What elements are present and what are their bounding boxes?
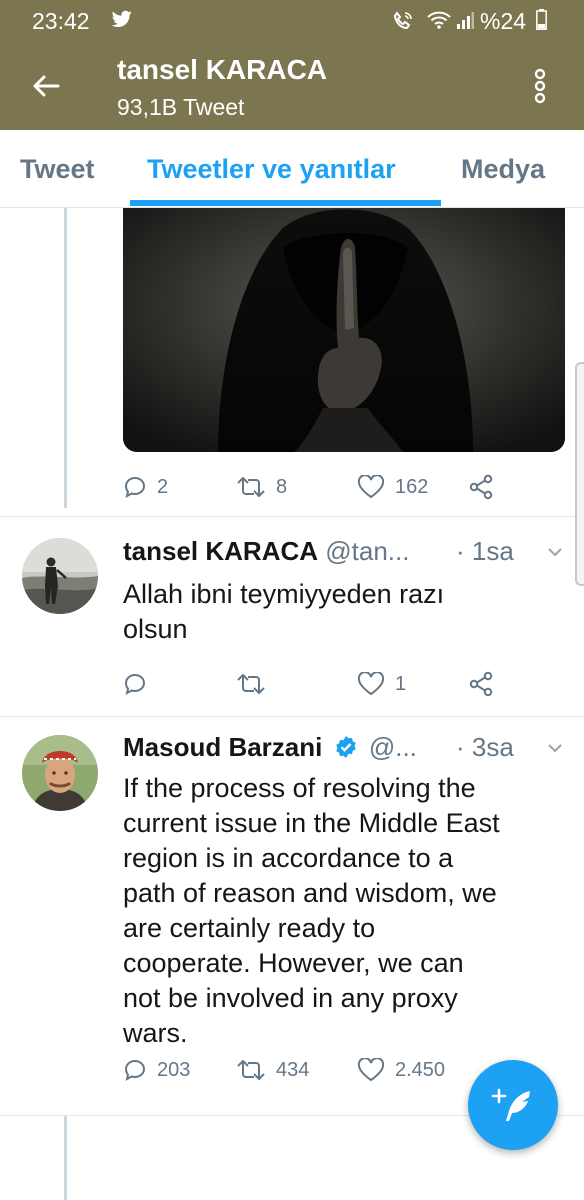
twitter-bird-icon <box>112 10 132 28</box>
more-options-button[interactable] <box>522 62 558 110</box>
retweet-icon <box>237 477 265 497</box>
retweet-button[interactable]: 434 <box>236 1053 309 1087</box>
arrow-left-icon <box>33 75 60 97</box>
like-count: 2.450 <box>395 1058 446 1081</box>
reply-button[interactable]: 203 <box>123 1053 190 1087</box>
wifi-icon <box>427 11 451 29</box>
avatar[interactable] <box>22 538 98 614</box>
tweet-count: 93,1B Tweet <box>117 94 245 120</box>
reply-count: 2 <box>157 475 169 498</box>
compose-tweet-button[interactable] <box>468 1060 558 1150</box>
avatar[interactable] <box>22 735 98 811</box>
tweet-time: · 3sa <box>456 732 514 762</box>
profile-name: tansel KARACA <box>117 54 328 85</box>
divider <box>0 516 584 517</box>
like-count: 162 <box>395 475 429 498</box>
share-button[interactable] <box>468 667 494 701</box>
share-button[interactable] <box>468 470 494 504</box>
heart-icon <box>357 475 385 499</box>
status-time: 23:42 <box>32 8 90 34</box>
divider <box>0 716 584 717</box>
profile-header: tansel KARACA 93,1B Tweet <box>0 42 584 130</box>
more-vertical-icon <box>534 68 546 104</box>
author-handle[interactable]: @tan... <box>325 536 409 566</box>
reply-icon <box>124 673 146 695</box>
like-count: 1 <box>395 672 407 695</box>
reply-button[interactable]: 2 <box>123 470 168 504</box>
tab-media[interactable]: Medya <box>461 154 545 185</box>
battery-percent: %24 <box>480 8 527 34</box>
scroll-handle[interactable] <box>575 362 584 586</box>
share-icon <box>469 671 493 697</box>
heart-icon <box>357 1058 385 1082</box>
tweet-time: · 1sa <box>456 536 514 566</box>
avatar-landscape-image <box>22 538 98 614</box>
tweet-header: Masoud Barzani @... · 3sa <box>123 732 567 768</box>
tab-tweet[interactable]: Tweet <box>20 154 95 185</box>
tweet-actions: 2 8 162 <box>123 470 523 504</box>
compose-feather-icon <box>491 1088 530 1121</box>
retweet-count: 434 <box>276 1058 310 1081</box>
avatar-portrait-image <box>22 735 98 811</box>
thread-line <box>64 1116 67 1200</box>
like-button[interactable]: 162 <box>357 470 428 504</box>
reply-icon <box>124 1059 146 1081</box>
author-handle[interactable]: @... <box>369 732 417 762</box>
tweet-text: If the process of resolving the current … <box>123 773 500 1048</box>
wifi-call-icon <box>393 11 412 30</box>
reply-button[interactable] <box>123 667 157 701</box>
chevron-down-icon[interactable] <box>547 546 563 558</box>
tweet-text: Allah ibni teymiyyeden razı olsun <box>123 579 445 644</box>
retweet-button[interactable]: 8 <box>236 470 287 504</box>
author-name[interactable]: Masoud Barzani <box>123 732 322 762</box>
verified-badge-icon <box>335 736 356 758</box>
active-tab-indicator <box>130 200 441 206</box>
retweet-icon <box>237 674 265 694</box>
author-name[interactable]: tansel KARACA <box>123 536 318 566</box>
like-button[interactable]: 2.450 <box>357 1053 445 1087</box>
chevron-down-icon[interactable] <box>547 742 563 754</box>
thread-line <box>64 208 67 508</box>
reply-icon <box>124 476 146 498</box>
tweet-media-image[interactable] <box>123 208 565 452</box>
retweet-button[interactable] <box>236 667 276 701</box>
signal-icon <box>457 12 474 29</box>
back-button[interactable] <box>24 64 68 108</box>
tweet-actions: 1 <box>123 667 523 701</box>
hooded-figure-image <box>123 208 565 452</box>
tab-tweets-and-replies[interactable]: Tweetler ve yanıtlar <box>147 154 396 185</box>
reply-count: 203 <box>157 1058 191 1081</box>
profile-tabs: Tweet Tweetler ve yanıtlar Medya <box>0 130 584 208</box>
status-bar: 23:42 %24 <box>0 0 584 42</box>
share-icon <box>469 474 493 500</box>
retweet-icon <box>237 1060 265 1080</box>
battery-icon <box>536 9 547 30</box>
heart-icon <box>357 672 385 696</box>
tweet-actions: 203 434 2.450 <box>123 1053 523 1087</box>
tweet-header: tansel KARACA @tan... · 1sa <box>123 536 567 572</box>
like-button[interactable]: 1 <box>357 667 406 701</box>
retweet-count: 8 <box>276 475 288 498</box>
